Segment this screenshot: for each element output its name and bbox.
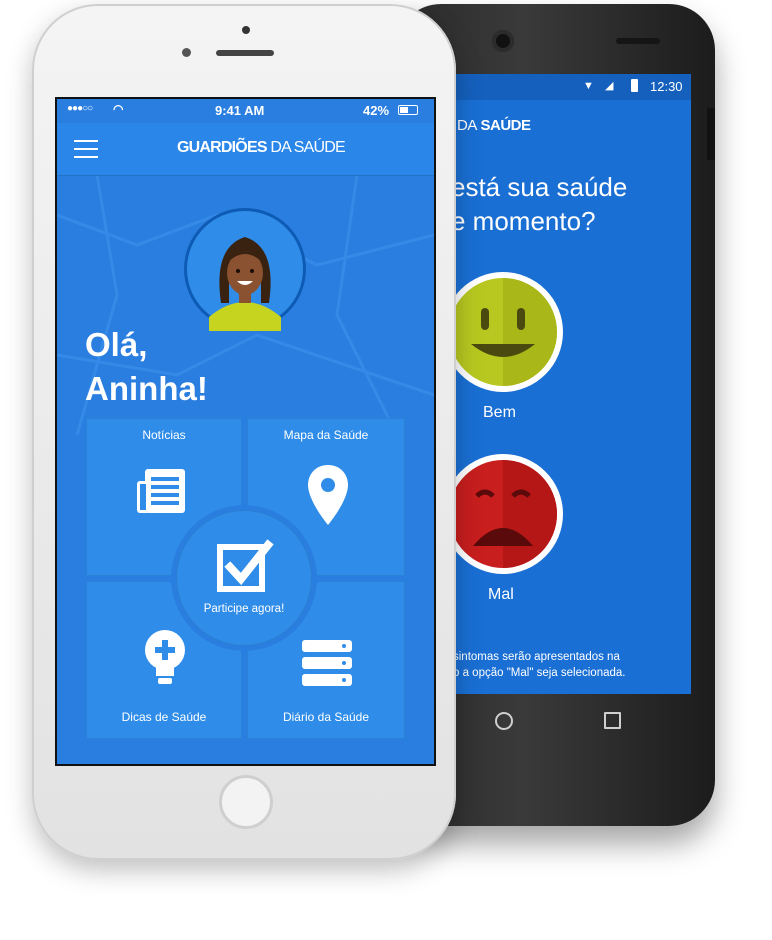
bad-option-button[interactable] xyxy=(455,452,565,576)
earpiece-speaker xyxy=(216,50,274,56)
android-screen: ▼ ◢ 12:30 DA SAÚDE está sua saúde e mome… xyxy=(455,74,691,694)
app-title: GUARDIÕES DA SAÚDE xyxy=(177,139,346,156)
avatar[interactable] xyxy=(183,207,307,331)
speaker-grille xyxy=(616,38,660,44)
proximity-sensor xyxy=(182,48,191,57)
newspaper-icon xyxy=(137,469,185,513)
android-app-header: DA SAÚDE xyxy=(455,100,691,154)
smiley-good-icon xyxy=(455,272,563,392)
avatar-icon xyxy=(184,208,306,331)
iphone-screen: ●●●○○ ◠ 9:41 AM 42% GUARDIÕES DA SAÚDE O… xyxy=(55,97,436,766)
participate-label: Participe agora! xyxy=(203,603,285,615)
home-button-icon[interactable] xyxy=(219,775,273,829)
camera-icon xyxy=(492,30,514,52)
bad-label: Mal xyxy=(488,586,514,603)
menu-icon[interactable] xyxy=(74,140,98,158)
good-label: Bem xyxy=(483,404,516,421)
health-question: está sua saúde e momento? xyxy=(455,170,627,238)
android-status-bar: ▼ ◢ 12:30 xyxy=(455,74,691,100)
android-nav-bar xyxy=(455,694,691,750)
battery-percent: 42% xyxy=(363,103,390,118)
app-title: DA SAÚDE xyxy=(457,117,531,134)
front-camera-icon xyxy=(242,26,250,34)
signal-dots: ●●●○○ xyxy=(67,103,93,114)
greeting-line-2: Aninha! xyxy=(85,370,208,407)
wifi-icon: ▼ xyxy=(583,80,594,92)
lightbulb-plus-icon xyxy=(145,630,185,684)
home-nav-icon[interactable] xyxy=(495,712,513,730)
participate-button[interactable]: Participe agora! xyxy=(176,510,312,646)
tile-map-label: Mapa da Saúde xyxy=(283,428,369,442)
battery-icon xyxy=(631,79,638,92)
iphone-nav-bar: GUARDIÕES DA SAÚDE xyxy=(57,123,434,176)
question-line-2: e momento? xyxy=(455,206,596,236)
good-option-button[interactable] xyxy=(455,270,565,394)
battery-icon xyxy=(398,105,418,115)
map-pin-icon xyxy=(308,465,348,525)
sad-face-icon xyxy=(455,454,563,574)
square-icon[interactable] xyxy=(604,712,621,729)
tile-tips-label: Dicas de Saúde xyxy=(121,710,207,724)
symptom-note: sintomas serão apresentados na o a opção… xyxy=(455,651,626,679)
iphone-clock: 9:41 AM xyxy=(215,103,265,118)
power-button xyxy=(707,108,715,160)
greeting-line-1: Olá, xyxy=(85,326,148,363)
checkbox-icon xyxy=(217,539,274,592)
signal-icon: ◢ xyxy=(605,80,614,92)
android-clock: 12:30 xyxy=(650,79,683,94)
wifi-icon: ◠ xyxy=(113,102,124,116)
greeting: Olá, Aninha! xyxy=(85,323,208,411)
list-icon xyxy=(302,640,352,686)
question-line-1: está sua saúde xyxy=(455,172,628,202)
tile-news-label: Notícias xyxy=(142,428,186,442)
iphone-status-bar: ●●●○○ ◠ 9:41 AM 42% xyxy=(57,99,434,123)
tile-diary-label: Diário da Saúde xyxy=(282,710,370,724)
